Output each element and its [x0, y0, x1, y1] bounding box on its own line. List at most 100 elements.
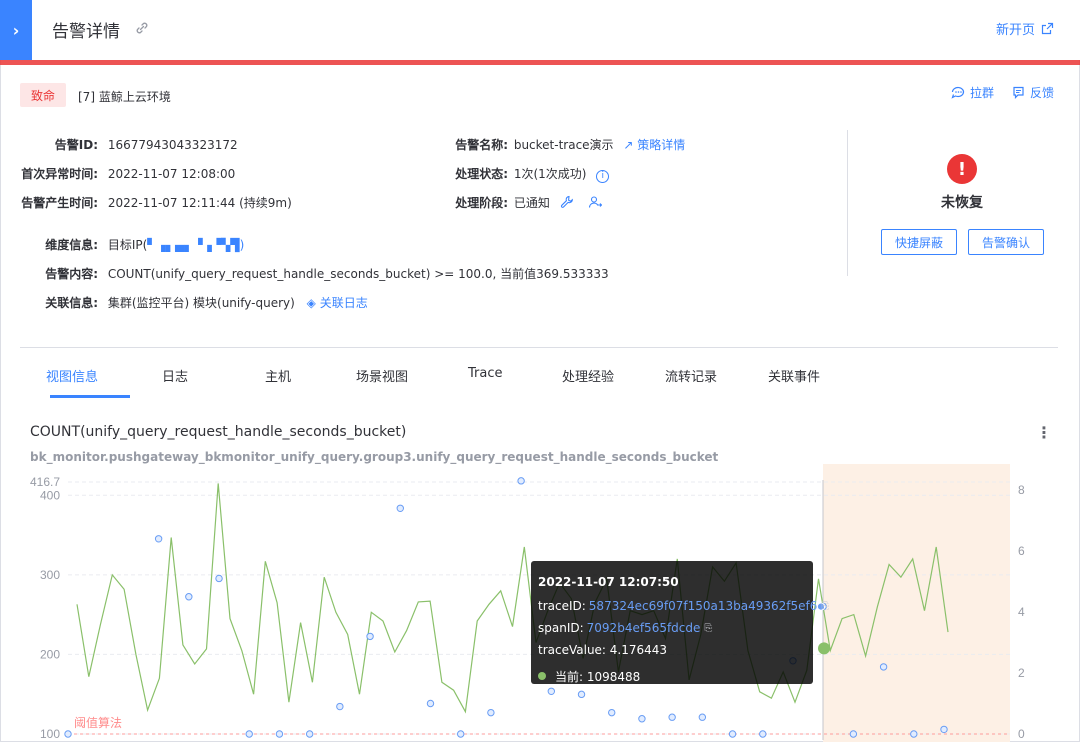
handle-status-row: 处理状态: 1次(1次成功) i — [448, 165, 610, 183]
relation-label: 关联信息: — [45, 296, 98, 310]
tab-host[interactable]: 主机 — [265, 366, 291, 385]
tooltip-current-value: 当前: 1098488 — [555, 669, 641, 684]
tab-trace[interactable]: Trace — [468, 366, 503, 381]
tab-view-info[interactable]: 视图信息 — [46, 366, 98, 385]
external-link-icon — [1041, 22, 1054, 35]
trace-point — [366, 632, 374, 641]
strategy-detail-label: 策略详情 — [637, 138, 686, 152]
trace-point — [608, 708, 616, 717]
highlight-point — [818, 642, 830, 655]
user-assign-icon[interactable] — [588, 195, 602, 209]
alert-id-label: 告警ID: — [54, 138, 98, 152]
tab-bar: 视图信息 日志 主机 场景视图 Trace 处理经验 流转记录 关联事件 — [20, 348, 1058, 398]
business-name: [7] 蓝鲸上云环境 — [78, 90, 171, 104]
tab-flow-record[interactable]: 流转记录 — [665, 366, 717, 385]
tab-handle-experience[interactable]: 处理经验 — [562, 366, 614, 385]
span-id-link[interactable]: 7092b4ef565fdcde — [587, 621, 701, 635]
new-page-link[interactable]: 新开页 — [996, 19, 1054, 38]
related-log-label: 关联日志 — [319, 296, 368, 310]
trace-point — [668, 713, 676, 721]
y-right-tick-label: 4 — [1018, 605, 1025, 619]
tab-log[interactable]: 日志 — [162, 366, 188, 385]
alert-id-value: 16677943043323172 — [107, 138, 238, 152]
related-log-link[interactable]: ◈ 关联日志 — [307, 296, 368, 310]
create-time-label: 告警产生时间: — [21, 196, 98, 210]
alert-name-label: 告警名称: — [455, 138, 508, 152]
chart-tooltip: 2022-11-07 12:07:50 traceID: 587324ec69f… — [531, 561, 829, 687]
trace-point — [336, 702, 344, 711]
relation-value: 集群(监控平台) 模块(unify-query) — [107, 296, 295, 310]
handle-status-value: 1次(1次成功) — [513, 167, 587, 181]
page-title: 告警详情 — [52, 22, 120, 42]
tooltip-trace-row: traceID: 587324ec69f07f150a13ba49362f5ef… — [538, 595, 829, 617]
info-icon[interactable]: i — [596, 170, 610, 183]
tooltip-span-row: spanID: 7092b4ef565fdcde ⎘ — [538, 617, 813, 639]
more-options-icon[interactable]: ⋮ — [1036, 424, 1052, 442]
active-tab-indicator — [50, 395, 130, 398]
header-bar: › 告警详情 新开页 — [0, 0, 1080, 60]
create-time-value: 2022-11-07 12:11:44 (持续9m) — [107, 196, 292, 210]
masked-ip: ▘▗▖▄▖▝▗▝▚▜ — [147, 238, 240, 252]
y-left-tick-label: 200 — [40, 647, 60, 661]
threshold-label: 阈值算法 — [74, 715, 122, 730]
eye-icon: ◈ — [306, 296, 316, 310]
edit-icon: ↗ — [623, 138, 634, 152]
tab-related-events[interactable]: 关联事件 — [768, 366, 820, 385]
dimension-value: 目标IP( — [107, 238, 148, 252]
trace-point — [517, 477, 525, 485]
alert-id-row: 告警ID: 16677943043323172 — [0, 136, 238, 153]
alert-confirm-button[interactable]: 告警确认 — [968, 229, 1044, 255]
content-label: 告警内容: — [45, 267, 98, 281]
tooltip-trace-value: traceValue: 4.176443 — [538, 643, 668, 657]
tooltip-current-row: 当前: 1098488 — [538, 665, 813, 687]
alert-status-text: 未恢复 — [941, 195, 983, 211]
y-left-tick-label: 300 — [40, 568, 60, 582]
trace-point — [547, 687, 556, 696]
wrench-icon[interactable] — [560, 195, 574, 209]
alert-period-region — [823, 464, 1010, 742]
tooltip-time: 2022-11-07 12:07:50 — [538, 575, 679, 589]
trace-point — [215, 574, 223, 583]
trace-point — [910, 730, 918, 738]
vertical-divider — [847, 130, 848, 276]
content-row: 告警内容: COUNT(unify_query_request_handle_s… — [0, 265, 609, 282]
trace-point — [759, 730, 767, 738]
y-right-tick-label: 8 — [1018, 483, 1025, 497]
feedback-icon — [1013, 86, 1024, 99]
tooltip-trace-label: traceID: — [538, 599, 586, 613]
copy-icon[interactable]: ⎘ — [704, 623, 712, 634]
trace-point — [638, 715, 646, 723]
dimension-suffix: ) — [239, 238, 245, 252]
alert-name-row: 告警名称: bucket-trace演示 ↗ 策略详情 — [448, 136, 685, 153]
trace-id-link[interactable]: 587324ec69f07f150a13ba49362f5ef6 — [589, 599, 818, 613]
copy-icon[interactable]: ⎘ — [821, 601, 829, 612]
trace-point — [849, 730, 858, 738]
tooltip-span-label: spanID: — [538, 621, 584, 635]
chat-icon — [951, 86, 965, 99]
feedback-button[interactable]: 反馈 — [1012, 84, 1054, 101]
trace-point — [154, 535, 163, 543]
y-right-tick-label: 2 — [1018, 666, 1025, 680]
trace-point — [275, 730, 284, 738]
content-value: COUNT(unify_query_request_handle_seconds… — [107, 267, 609, 281]
tab-scene-view[interactable]: 场景视图 — [356, 366, 408, 385]
alert-name-value: bucket-trace演示 — [513, 138, 614, 152]
handle-stage-label: 处理阶段: — [455, 196, 508, 210]
pull-group-button[interactable]: 拉群 — [951, 84, 994, 101]
chart-title: COUNT(unify_query_request_handle_seconds… — [30, 424, 407, 440]
trace-point — [728, 730, 737, 738]
strategy-detail-link[interactable]: ↗ 策略详情 — [623, 138, 685, 152]
severity-bar — [0, 60, 1080, 65]
first-time-label: 首次异常时间: — [21, 167, 98, 181]
trace-point — [64, 730, 72, 738]
trace-point — [185, 593, 193, 601]
severity-badge: 致命 — [20, 83, 66, 107]
sidebar-toggle-button[interactable]: › — [0, 0, 32, 60]
trace-point — [396, 504, 404, 512]
trace-point — [456, 730, 465, 738]
series-line — [76, 483, 949, 714]
quick-shield-button[interactable]: 快捷屏蔽 — [881, 229, 957, 255]
link-icon[interactable] — [134, 20, 150, 36]
trace-point — [577, 690, 586, 699]
handle-stage-row: 处理阶段: 已通知 — [448, 194, 602, 211]
